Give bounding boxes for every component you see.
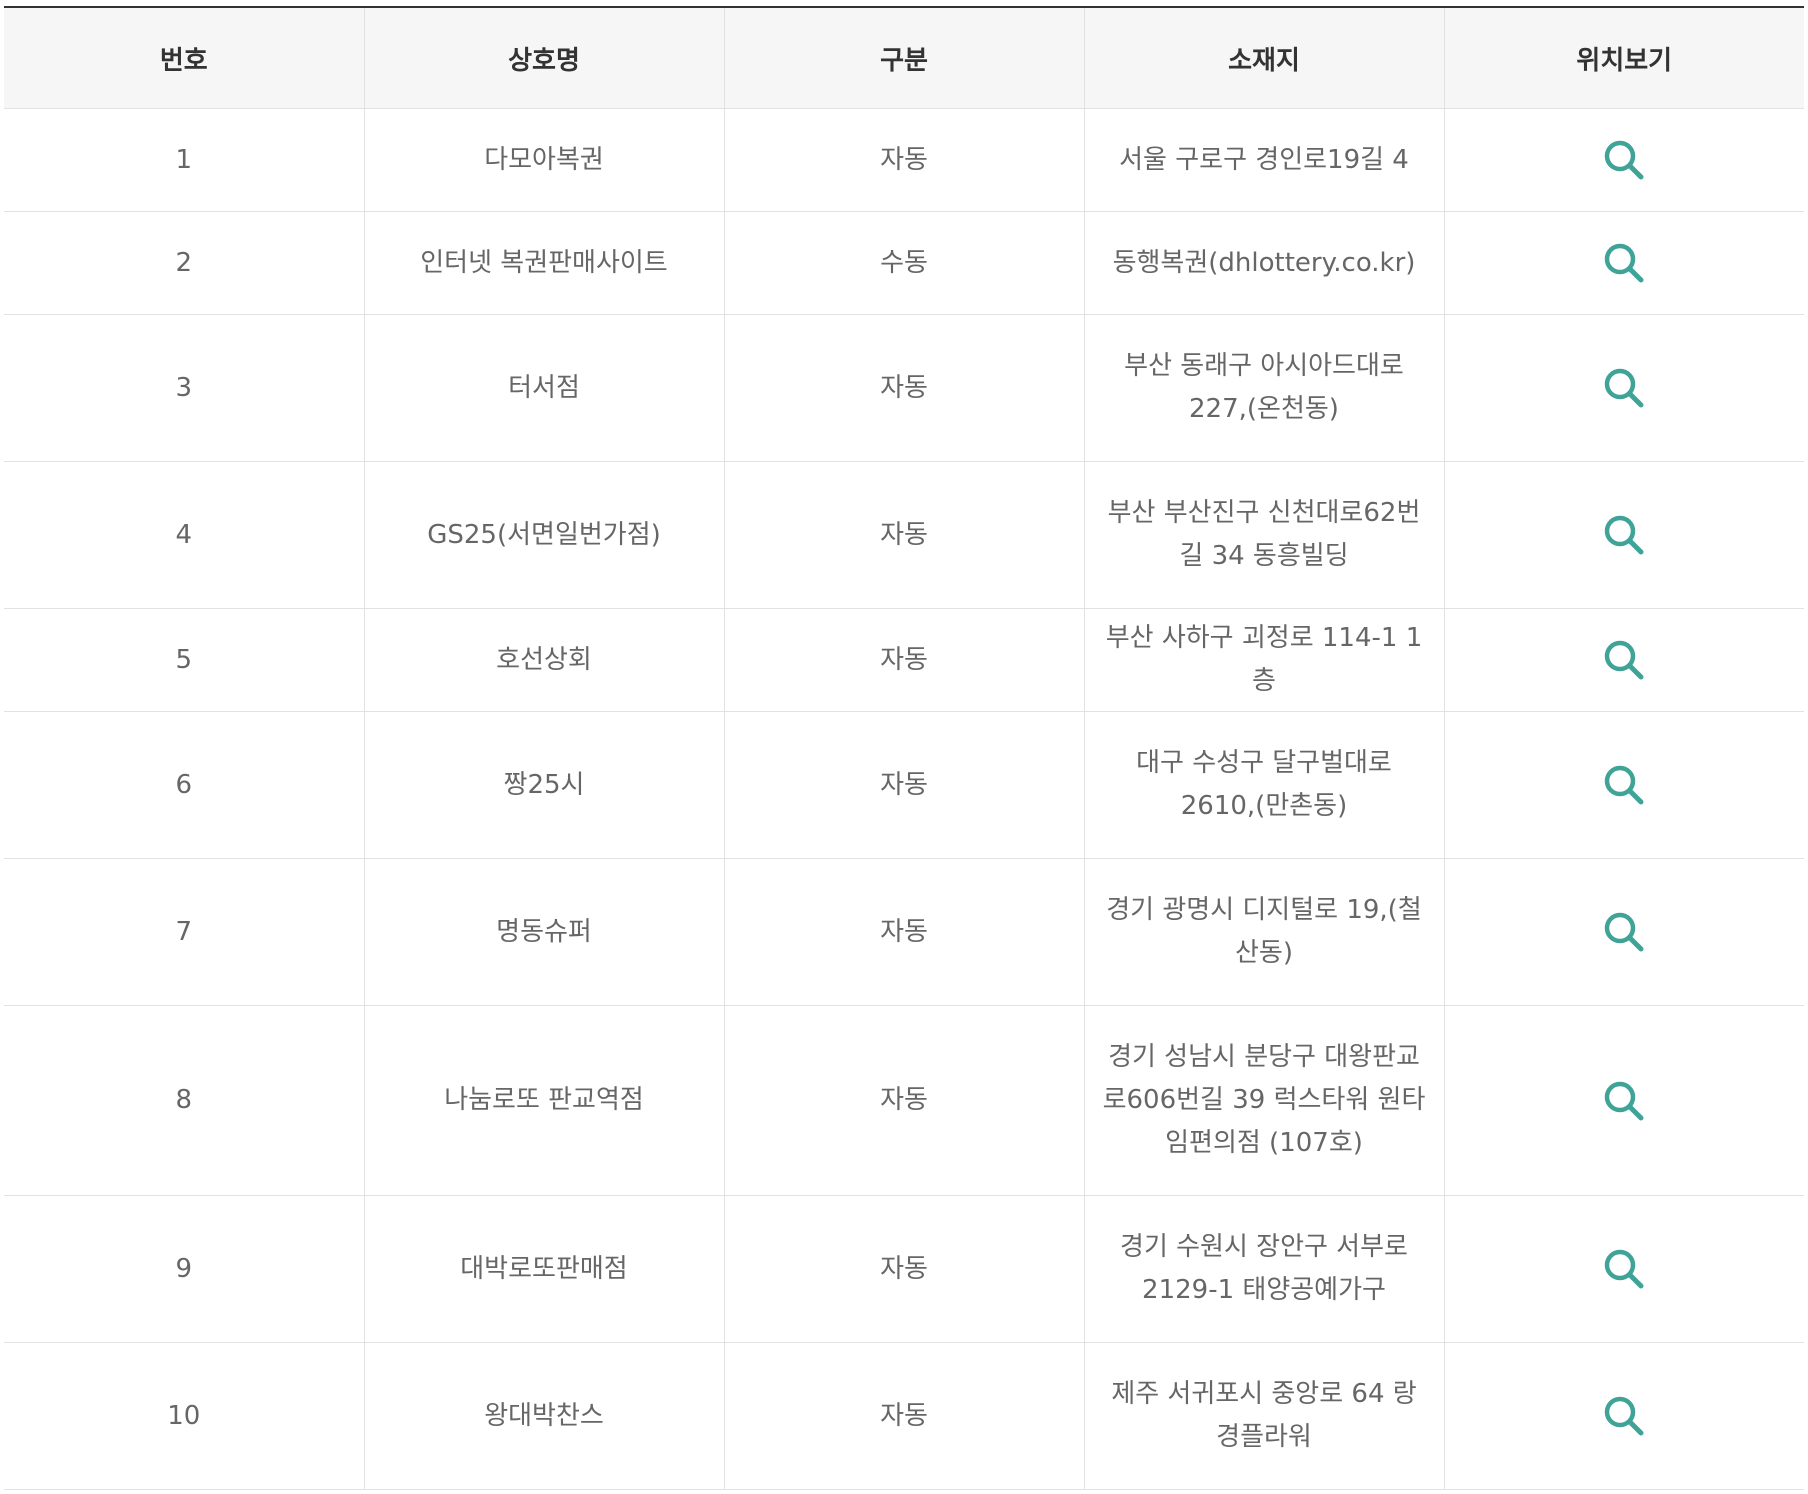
cell-number: 1 xyxy=(4,108,365,212)
cell-type: 자동 xyxy=(723,314,1085,462)
search-icon[interactable] xyxy=(1601,137,1647,183)
cell-type: 자동 xyxy=(723,1195,1085,1343)
search-icon[interactable] xyxy=(1601,1246,1647,1292)
cell-store-name: 짱25시 xyxy=(363,711,725,859)
cell-store-name: 대박로또판매점 xyxy=(363,1195,725,1343)
cell-type: 수동 xyxy=(723,211,1085,315)
header-type: 구분 xyxy=(723,6,1085,109)
table-row: 5 호선상회 자동 부산 사하구 괴정로 114-1 1층 xyxy=(4,608,1804,712)
cell-number: 9 xyxy=(4,1195,365,1343)
search-icon[interactable] xyxy=(1601,365,1647,411)
search-icon[interactable] xyxy=(1601,1078,1647,1124)
cell-type: 자동 xyxy=(723,608,1085,712)
cell-type: 자동 xyxy=(723,108,1085,212)
table-row: 9 대박로또판매점 자동 경기 수원시 장안구 서부로 2129-1 태양공예가… xyxy=(4,1195,1804,1343)
search-icon[interactable] xyxy=(1601,762,1647,808)
search-icon[interactable] xyxy=(1601,240,1647,286)
cell-address: 동행복권(dhlottery.co.kr) xyxy=(1083,211,1445,315)
header-number: 번호 xyxy=(4,6,365,109)
cell-view-location xyxy=(1443,108,1804,212)
cell-store-name: 다모아복권 xyxy=(363,108,725,212)
table-row: 1 다모아복권 자동 서울 구로구 경인로19길 4 xyxy=(4,108,1804,212)
cell-type: 자동 xyxy=(723,1342,1085,1490)
table-header-row: 번호 상호명 구분 소재지 위치보기 xyxy=(4,6,1804,109)
table-row: 10 왕대박찬스 자동 제주 서귀포시 중앙로 64 랑경플라워 xyxy=(4,1342,1804,1490)
cell-number: 3 xyxy=(4,314,365,462)
cell-view-location xyxy=(1443,1342,1804,1490)
cell-address: 대구 수성구 달구벌대로 2610,(만촌동) xyxy=(1083,711,1445,859)
table-row: 8 나눔로또 판교역점 자동 경기 성남시 분당구 대왕판교로606번길 39 … xyxy=(4,1005,1804,1196)
cell-number: 7 xyxy=(4,858,365,1006)
cell-number: 5 xyxy=(4,608,365,712)
cell-view-location xyxy=(1443,211,1804,315)
cell-type: 자동 xyxy=(723,711,1085,859)
table-row: 4 GS25(서면일번가점) 자동 부산 부산진구 신천대로62번길 34 동흥… xyxy=(4,461,1804,609)
cell-store-name: 호선상회 xyxy=(363,608,725,712)
cell-type: 자동 xyxy=(723,858,1085,1006)
table-row: 3 터서점 자동 부산 동래구 아시아드대로 227,(온천동) xyxy=(4,314,1804,462)
search-icon[interactable] xyxy=(1601,909,1647,955)
cell-address: 경기 성남시 분당구 대왕판교로606번길 39 럭스타워 원타임편의점 (10… xyxy=(1083,1005,1445,1196)
table-row: 6 짱25시 자동 대구 수성구 달구벌대로 2610,(만촌동) xyxy=(4,711,1804,859)
cell-type: 자동 xyxy=(723,461,1085,609)
cell-address: 경기 수원시 장안구 서부로 2129-1 태양공예가구 xyxy=(1083,1195,1445,1343)
cell-address: 부산 부산진구 신천대로62번길 34 동흥빌딩 xyxy=(1083,461,1445,609)
search-icon[interactable] xyxy=(1601,637,1647,683)
cell-view-location xyxy=(1443,461,1804,609)
cell-address: 부산 사하구 괴정로 114-1 1층 xyxy=(1083,608,1445,712)
cell-address: 서울 구로구 경인로19길 4 xyxy=(1083,108,1445,212)
header-view-location: 위치보기 xyxy=(1443,6,1804,109)
cell-store-name: 터서점 xyxy=(363,314,725,462)
search-icon[interactable] xyxy=(1601,512,1647,558)
table-row: 7 명동슈퍼 자동 경기 광명시 디지털로 19,(철산동) xyxy=(4,858,1804,1006)
cell-view-location xyxy=(1443,711,1804,859)
cell-view-location xyxy=(1443,314,1804,462)
cell-address: 제주 서귀포시 중앙로 64 랑경플라워 xyxy=(1083,1342,1445,1490)
table-row: 2 인터넷 복권판매사이트 수동 동행복권(dhlottery.co.kr) xyxy=(4,211,1804,315)
cell-view-location xyxy=(1443,858,1804,1006)
cell-number: 8 xyxy=(4,1005,365,1196)
cell-number: 2 xyxy=(4,211,365,315)
cell-store-name: 명동슈퍼 xyxy=(363,858,725,1006)
winning-store-table: 번호 상호명 구분 소재지 위치보기 1 다모아복권 자동 서울 구로구 경인로… xyxy=(4,6,1804,1490)
cell-address: 경기 광명시 디지털로 19,(철산동) xyxy=(1083,858,1445,1006)
cell-store-name: 인터넷 복권판매사이트 xyxy=(363,211,725,315)
cell-address: 부산 동래구 아시아드대로 227,(온천동) xyxy=(1083,314,1445,462)
cell-number: 6 xyxy=(4,711,365,859)
header-address: 소재지 xyxy=(1083,6,1445,109)
cell-store-name: 나눔로또 판교역점 xyxy=(363,1005,725,1196)
cell-type: 자동 xyxy=(723,1005,1085,1196)
header-store-name: 상호명 xyxy=(363,6,725,109)
cell-store-name: 왕대박찬스 xyxy=(363,1342,725,1490)
cell-view-location xyxy=(1443,608,1804,712)
cell-view-location xyxy=(1443,1005,1804,1196)
search-icon[interactable] xyxy=(1601,1393,1647,1439)
cell-view-location xyxy=(1443,1195,1804,1343)
store-table-container: 번호 상호명 구분 소재지 위치보기 1 다모아복권 자동 서울 구로구 경인로… xyxy=(4,6,1804,1490)
cell-number: 4 xyxy=(4,461,365,609)
cell-store-name: GS25(서면일번가점) xyxy=(363,461,725,609)
cell-number: 10 xyxy=(4,1342,365,1490)
